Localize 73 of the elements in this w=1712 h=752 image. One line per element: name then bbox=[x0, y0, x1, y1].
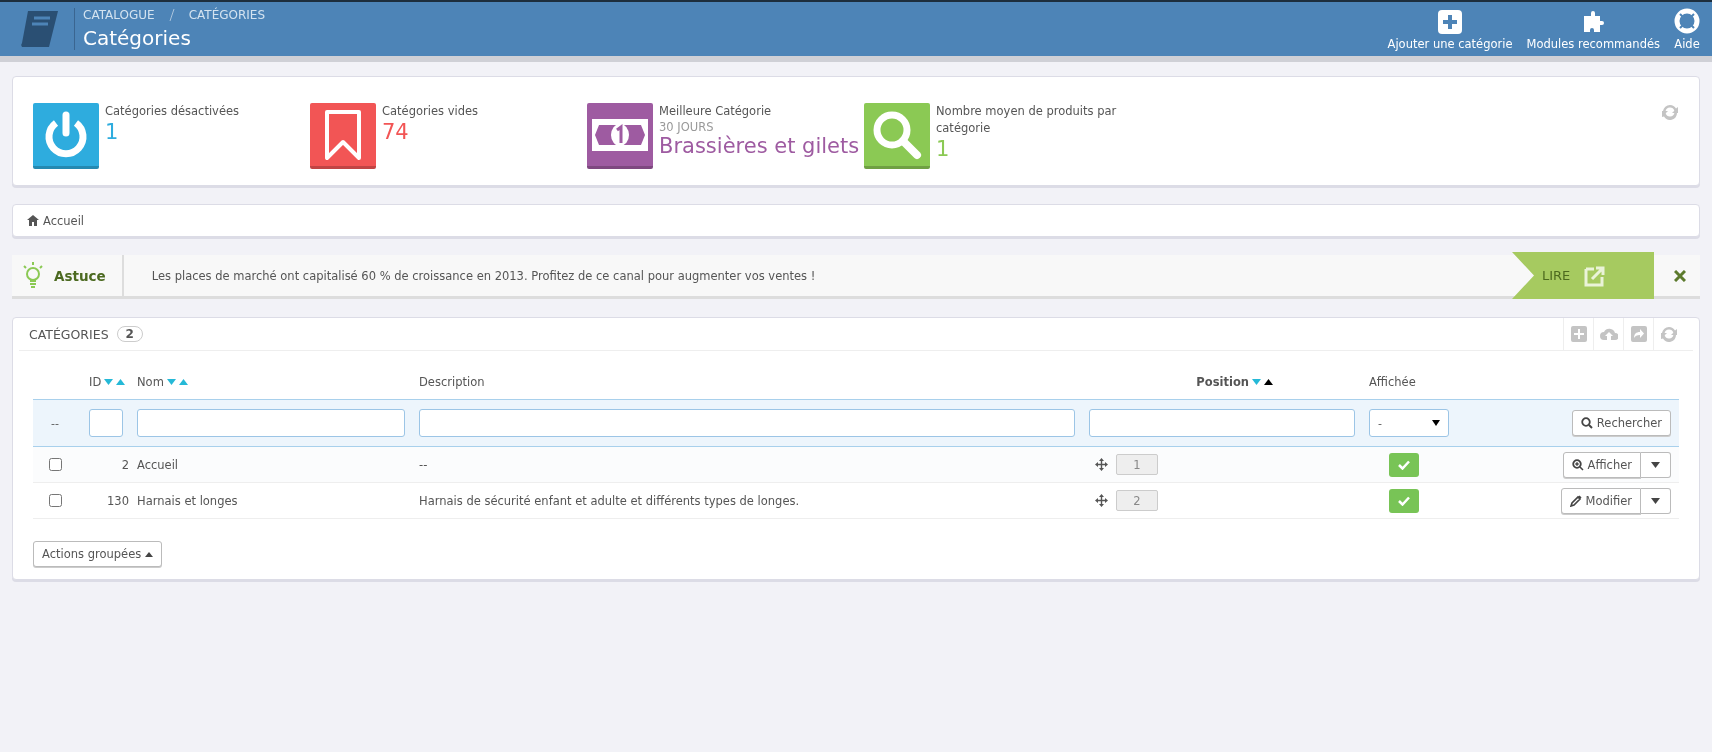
kpi-label: Nombre moyen de produits par catégorie bbox=[936, 103, 1118, 137]
status-toggle[interactable] bbox=[1389, 452, 1419, 477]
panel-title: CATÉGORIES bbox=[29, 326, 109, 342]
bulk-actions-button[interactable]: Actions groupées bbox=[33, 541, 163, 567]
close-icon[interactable] bbox=[1674, 269, 1686, 282]
separator-icon bbox=[168, 8, 175, 22]
tip-title: Astuce bbox=[54, 267, 106, 284]
toolbar-button[interactable]: Modules recommandés bbox=[1526, 7, 1660, 51]
search-icon bbox=[1580, 417, 1593, 429]
view-button[interactable]: Afficher bbox=[1562, 451, 1641, 478]
toolbar-button[interactable]: Ajouter une catégorie bbox=[1387, 9, 1513, 51]
zoom-in-icon bbox=[1571, 458, 1584, 471]
position-value: 1 bbox=[1116, 454, 1158, 475]
position-filter-field[interactable] bbox=[1089, 409, 1355, 437]
filter-cell: -- bbox=[33, 399, 89, 447]
caret-icon bbox=[1651, 497, 1660, 504]
caret-icon bbox=[145, 551, 154, 557]
row-checkbox[interactable] bbox=[49, 458, 62, 471]
name-filter-field[interactable] bbox=[137, 409, 405, 437]
sort-down-icon[interactable] bbox=[104, 379, 114, 385]
row-checkbox[interactable] bbox=[49, 494, 62, 507]
check-icon bbox=[1398, 459, 1410, 470]
toolbar-button[interactable]: Aide bbox=[1674, 7, 1700, 51]
dropdown-toggle[interactable] bbox=[1641, 487, 1671, 514]
sort-up-icon[interactable] bbox=[1264, 379, 1273, 385]
bookmark-icon bbox=[323, 108, 363, 161]
id-filter-field[interactable] bbox=[89, 409, 123, 437]
kpi-value: Brassières et gilets bbox=[659, 134, 860, 158]
caret-icon bbox=[1651, 461, 1660, 468]
description-cell: -- bbox=[419, 457, 428, 472]
share-icon bbox=[1629, 325, 1648, 343]
pencil-icon bbox=[1569, 494, 1582, 507]
id-cell-text: 2 bbox=[120, 457, 130, 472]
kpi-label: Catégories vides bbox=[382, 103, 478, 120]
search-button[interactable]: Rechercher bbox=[1571, 410, 1671, 436]
displayed-filter-select[interactable]: - bbox=[1369, 409, 1449, 437]
kpi-period: 30 JOURS bbox=[659, 120, 715, 134]
column-header: Affichée bbox=[1369, 374, 1417, 391]
column-header[interactable]: Nom bbox=[137, 365, 419, 399]
plus-icon bbox=[1438, 9, 1463, 34]
refresh-icon bbox=[1659, 325, 1678, 343]
refresh-icon[interactable] bbox=[1661, 103, 1679, 121]
tip-text: Les places de marché ont capitalisé 60 % de croissance en 2013. Profitez de ce canal pour augmenter vos ventes ! bbox=[150, 268, 816, 283]
name-cell: Accueil bbox=[137, 457, 179, 472]
kpi-value: 74 bbox=[382, 120, 410, 144]
sort-down-icon[interactable] bbox=[166, 379, 176, 385]
dropdown-toggle[interactable] bbox=[1641, 451, 1671, 478]
page-title: Catégories bbox=[83, 26, 192, 50]
kpi-value: 1 bbox=[105, 120, 120, 144]
position-value: 2 bbox=[1116, 490, 1158, 511]
column-header[interactable]: ID bbox=[89, 365, 137, 399]
external-link-icon bbox=[1584, 264, 1607, 287]
column-header: Description bbox=[419, 374, 486, 391]
sort-down-icon[interactable] bbox=[1252, 379, 1261, 385]
breadcrumb-link[interactable]: Accueil bbox=[43, 213, 85, 228]
name-cell: Harnais et longes bbox=[137, 493, 238, 508]
kpi-label: Meilleure Catégorie bbox=[659, 103, 773, 120]
check-icon bbox=[1398, 495, 1410, 506]
home-icon bbox=[27, 215, 39, 226]
lightbulb-icon bbox=[22, 261, 44, 290]
kpi-label: Catégories désactivées bbox=[105, 103, 240, 120]
lifebuoy-icon bbox=[1674, 7, 1700, 34]
description-cell: Harnais de sécurité enfant et adulte et différents types de longes. bbox=[419, 493, 800, 508]
caret-icon bbox=[1432, 420, 1440, 426]
plus-icon bbox=[1569, 325, 1588, 343]
drag-handle-icon[interactable] bbox=[1095, 458, 1108, 471]
kpi-value: 1 bbox=[936, 137, 951, 161]
description-filter-field[interactable] bbox=[419, 409, 1075, 437]
id-cell-text: 130 bbox=[106, 493, 130, 508]
status-toggle[interactable] bbox=[1389, 488, 1419, 513]
drag-handle-icon[interactable] bbox=[1095, 494, 1108, 507]
edit-button[interactable]: Modifier bbox=[1560, 487, 1641, 514]
column-header[interactable]: Position bbox=[1089, 365, 1369, 399]
